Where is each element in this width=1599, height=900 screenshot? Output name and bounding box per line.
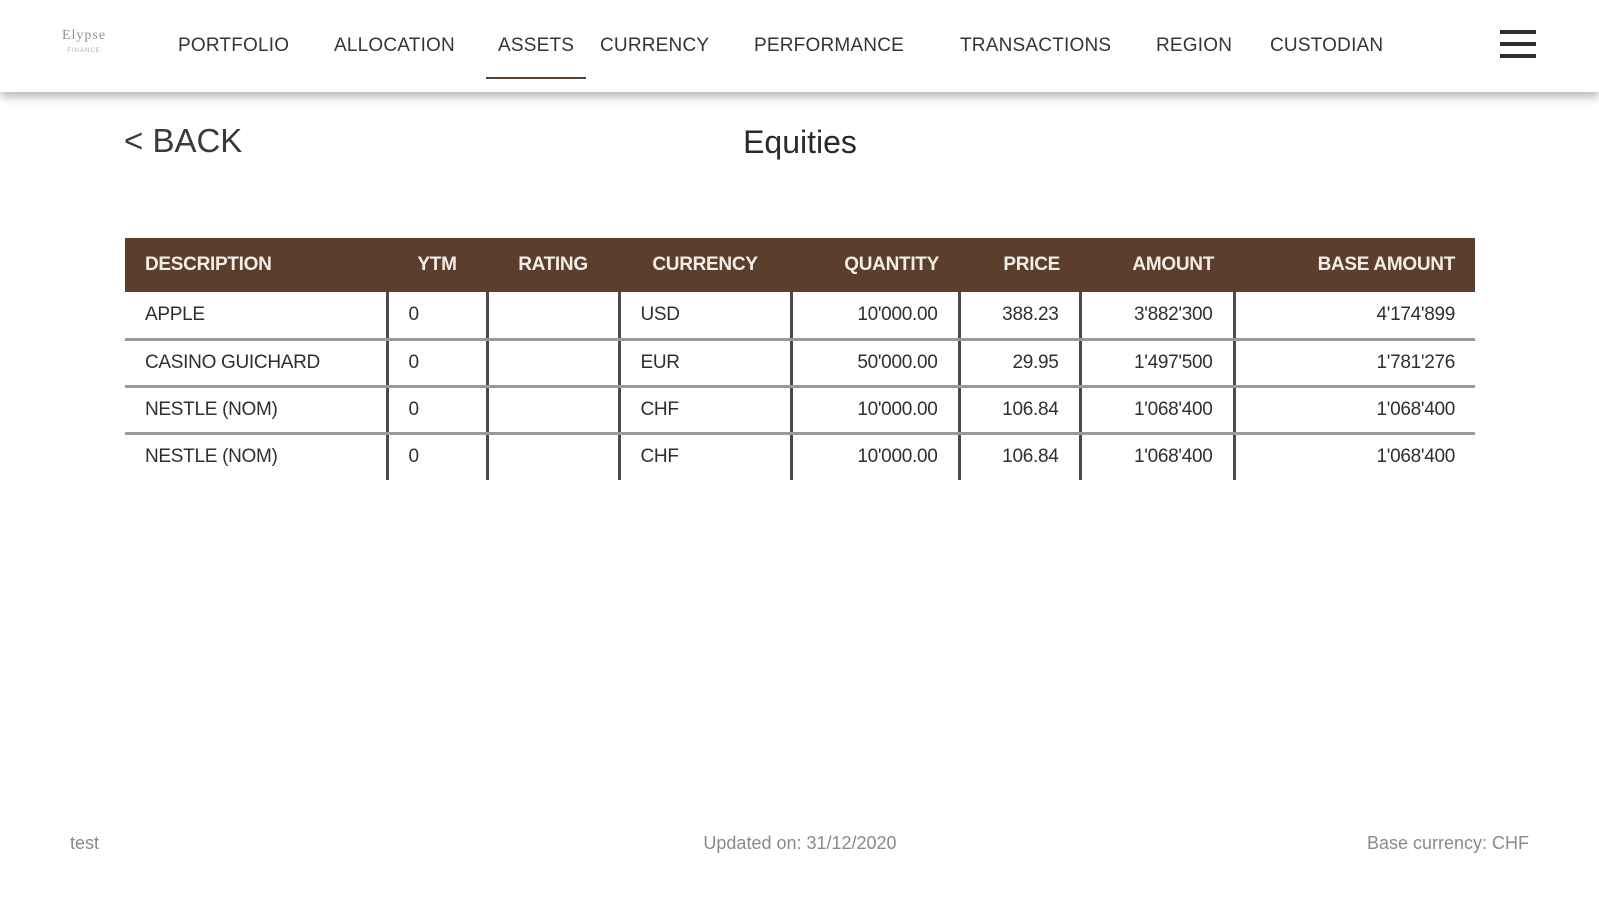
- cell-ytm: 0: [385, 433, 487, 480]
- cell-quantity: 50'000.00: [789, 339, 959, 388]
- cell-currency: USD: [617, 292, 791, 341]
- column-header-price[interactable]: PRICE: [959, 238, 1080, 292]
- nav-transactions[interactable]: TRANSACTIONS: [960, 33, 1111, 59]
- top-navigation-bar: Elypse FINANCE PORTFOLIO ALLOCATION ASSE…: [0, 0, 1599, 92]
- cell-quantity: 10'000.00: [789, 433, 959, 480]
- cell-quantity: 10'000.00: [789, 292, 959, 341]
- table-row[interactable]: APPLE 0 USD 10'000.00 388.23 3'882'300 4…: [125, 292, 1475, 341]
- nav-currency[interactable]: CURRENCY: [600, 33, 709, 59]
- cell-price: 106.84: [957, 433, 1080, 480]
- footer-updated-date: Updated on: 31/12/2020: [703, 833, 897, 853]
- cell-quantity: 10'000.00: [789, 386, 959, 435]
- cell-amount: 1'068'400: [1078, 433, 1234, 480]
- cell-rating: [485, 292, 619, 341]
- nav-assets[interactable]: ASSETS: [485, 33, 587, 79]
- cell-description: CASINO GUICHARD: [125, 339, 387, 388]
- cell-price: 106.84: [957, 386, 1080, 435]
- column-header-base-amount[interactable]: BASE AMOUNT: [1234, 238, 1475, 292]
- column-header-quantity[interactable]: QUANTITY: [791, 238, 959, 292]
- column-header-amount[interactable]: AMOUNT: [1080, 238, 1234, 292]
- cell-base-amount: 1'068'400: [1232, 433, 1475, 480]
- nav-region[interactable]: REGION: [1156, 33, 1232, 59]
- table-row[interactable]: CASINO GUICHARD 0 EUR 50'000.00 29.95 1'…: [125, 339, 1475, 388]
- cell-rating: [485, 386, 619, 435]
- column-header-description[interactable]: DESCRIPTION: [125, 238, 387, 292]
- footer-user-label: test: [70, 833, 100, 853]
- cell-ytm: 0: [385, 386, 487, 435]
- equities-table: DESCRIPTION YTM RATING CURRENCY QUANTITY…: [125, 238, 1475, 480]
- cell-ytm: 0: [385, 339, 487, 388]
- nav-custodian[interactable]: CUSTODIAN: [1270, 33, 1383, 59]
- cell-amount: 1'497'500: [1078, 339, 1234, 388]
- cell-rating: [485, 339, 619, 388]
- cell-currency: EUR: [617, 339, 791, 388]
- column-header-rating[interactable]: RATING: [487, 238, 619, 292]
- cell-currency: CHF: [617, 433, 791, 480]
- nav-allocation[interactable]: ALLOCATION: [334, 33, 455, 59]
- cell-amount: 1'068'400: [1078, 386, 1234, 435]
- logo-subtitle: FINANCE: [67, 48, 101, 54]
- cell-price: 388.23: [957, 292, 1080, 341]
- page-title: Equities: [743, 124, 857, 160]
- nav-performance[interactable]: PERFORMANCE: [754, 33, 904, 59]
- cell-base-amount: 1'781'276: [1232, 339, 1475, 388]
- cell-base-amount: 1'068'400: [1232, 386, 1475, 435]
- table-row[interactable]: NESTLE (NOM) 0 CHF 10'000.00 106.84 1'06…: [125, 433, 1475, 480]
- back-button[interactable]: < BACK: [124, 122, 242, 160]
- cell-rating: [485, 433, 619, 480]
- cell-ytm: 0: [385, 292, 487, 341]
- cell-amount: 3'882'300: [1078, 292, 1234, 341]
- logo-wordmark: Elypse: [61, 28, 107, 43]
- cell-description: NESTLE (NOM): [125, 386, 387, 435]
- cell-currency: CHF: [617, 386, 791, 435]
- table-header-row: DESCRIPTION YTM RATING CURRENCY QUANTITY…: [125, 238, 1475, 292]
- column-header-currency[interactable]: CURRENCY: [619, 238, 791, 292]
- hamburger-menu-icon[interactable]: [1500, 30, 1536, 60]
- footer-base-currency: Base currency: CHF: [1366, 833, 1529, 853]
- cell-price: 29.95: [957, 339, 1080, 388]
- brand-logo[interactable]: Elypse FINANCE: [44, 26, 124, 66]
- cell-base-amount: 4'174'899: [1232, 292, 1475, 341]
- cell-description: NESTLE (NOM): [145, 446, 278, 468]
- cell-description: APPLE: [125, 292, 387, 341]
- column-header-ytm[interactable]: YTM: [387, 238, 487, 292]
- table-row[interactable]: NESTLE (NOM) 0 CHF 10'000.00 106.84 1'06…: [125, 386, 1475, 435]
- nav-portfolio[interactable]: PORTFOLIO: [178, 33, 289, 59]
